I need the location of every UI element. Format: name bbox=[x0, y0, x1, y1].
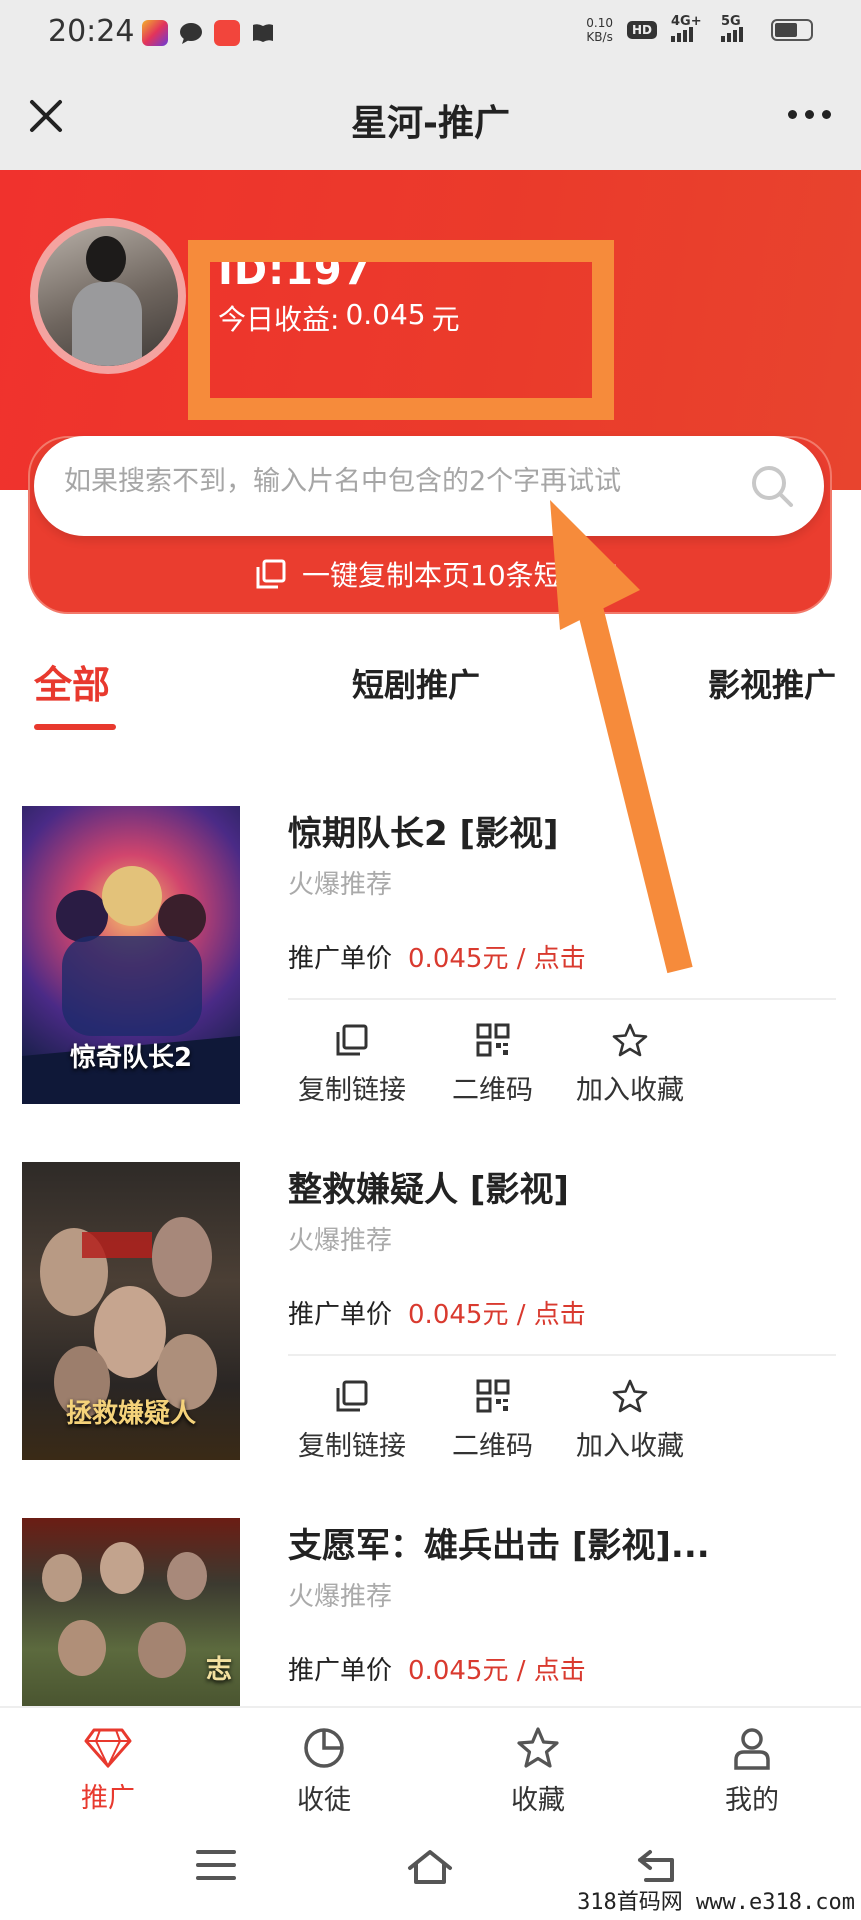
user-icon bbox=[734, 1728, 770, 1770]
bottom-tab-label: 推广 bbox=[81, 1783, 135, 1814]
qr-code-button[interactable]: 二维码 bbox=[452, 1378, 533, 1463]
bottom-tab-label: 我的 bbox=[725, 1785, 779, 1816]
add-favorite-label: 加入收藏 bbox=[576, 1075, 684, 1106]
avatar[interactable] bbox=[30, 218, 186, 374]
poster-image[interactable]: 拯救嫌疑人 bbox=[22, 1162, 240, 1460]
network-speed: 0.10 KB/s bbox=[586, 16, 613, 44]
copy-link-button[interactable]: 复制链接 bbox=[298, 1022, 406, 1107]
item-price: 推广单价 0.045元 / 点击 bbox=[288, 938, 586, 975]
pie-chart-icon bbox=[304, 1728, 344, 1768]
battery-icon bbox=[771, 19, 813, 41]
price-label: 推广单价 bbox=[288, 1656, 393, 1686]
page-title: 星河-推广 bbox=[351, 103, 510, 144]
watermark-text: 318首码网 www.e318.com bbox=[577, 1890, 855, 1915]
signal-5g-icon: 5G bbox=[721, 14, 757, 42]
tab-short-drama[interactable]: 短剧推广 bbox=[352, 660, 480, 706]
copy-link-label: 复制链接 bbox=[298, 1431, 406, 1462]
poster-image[interactable]: 志 bbox=[22, 1518, 240, 1706]
item-title[interactable]: 惊期队长2 [影视] bbox=[288, 806, 559, 855]
signal-4g-label: 4G+ bbox=[671, 14, 702, 29]
copy-link-label: 复制链接 bbox=[298, 1075, 406, 1106]
signal-4g-icon: 4G+ bbox=[671, 14, 707, 42]
signal-5g-label: 5G bbox=[721, 14, 741, 29]
poster-caption: 拯救嫌疑人 bbox=[65, 1399, 196, 1429]
qr-code-icon bbox=[476, 1023, 509, 1057]
chat-bubble-icon bbox=[178, 20, 204, 50]
system-nav-bar: 318首码网 www.e318.com bbox=[0, 1820, 861, 1920]
price-value: 0.045元 / 点击 bbox=[408, 944, 586, 974]
add-favorite-button[interactable]: 加入收藏 bbox=[576, 1378, 684, 1463]
star-icon bbox=[612, 1023, 648, 1057]
list-item[interactable]: 拯救嫌疑人 整救嫌疑人 [影视] 火爆推荐 推广单价 0.045元 / 点击 复… bbox=[0, 1146, 861, 1502]
search-input[interactable] bbox=[64, 466, 744, 497]
poster-image[interactable]: 惊奇队长2 bbox=[22, 806, 240, 1104]
qr-code-label: 二维码 bbox=[452, 1431, 533, 1462]
item-price: 推广单价 0.045元 / 点击 bbox=[288, 1294, 586, 1331]
bottom-tab-bar: 推广 收徒 收藏 我的 bbox=[0, 1706, 861, 1820]
diamond-icon bbox=[84, 1728, 132, 1768]
status-time: 20:24 bbox=[48, 14, 135, 49]
network-speed-value: 0.10 bbox=[586, 16, 613, 30]
price-value: 0.045元 / 点击 bbox=[408, 1656, 586, 1686]
item-tag: 火爆推荐 bbox=[288, 870, 393, 900]
bottom-tab-recruit[interactable]: 收徒 bbox=[254, 1726, 394, 1817]
status-notification-icons bbox=[142, 20, 276, 50]
price-label: 推广单价 bbox=[288, 944, 393, 974]
copy-link-button[interactable]: 复制链接 bbox=[298, 1378, 406, 1463]
tab-active-indicator bbox=[34, 724, 116, 730]
poster-caption: 志 bbox=[205, 1655, 232, 1685]
qr-code-button[interactable]: 二维码 bbox=[452, 1022, 533, 1107]
video-app-icon bbox=[142, 20, 168, 46]
bottom-tab-label: 收徒 bbox=[297, 1785, 351, 1816]
poster-caption: 惊奇队长2 bbox=[69, 1043, 193, 1073]
highlight-annotation-box bbox=[188, 240, 614, 420]
hd-badge: HD bbox=[626, 21, 657, 39]
status-right-group: 0.10 KB/s HD 4G+ 5G bbox=[586, 14, 813, 44]
copy-icon bbox=[254, 557, 288, 591]
book-icon bbox=[250, 20, 276, 50]
copy-icon bbox=[336, 1380, 368, 1412]
home-icon[interactable] bbox=[406, 1848, 454, 1888]
item-tag: 火爆推荐 bbox=[288, 1582, 393, 1612]
bottom-tab-label: 收藏 bbox=[511, 1785, 565, 1816]
item-divider bbox=[288, 1354, 836, 1356]
star-icon bbox=[517, 1727, 559, 1768]
item-actions: 复制链接 二维码 加入收藏 bbox=[288, 1378, 728, 1468]
category-tabs: 全部 短剧推广 影视推广 bbox=[0, 648, 861, 738]
menu-icon[interactable] bbox=[196, 1848, 236, 1886]
price-value: 0.045元 / 点击 bbox=[408, 1300, 586, 1330]
bottom-tab-favorites[interactable]: 收藏 bbox=[468, 1726, 608, 1817]
nav-bar: 星河-推广 bbox=[0, 66, 861, 170]
copy-icon bbox=[336, 1024, 368, 1056]
shopping-app-icon bbox=[214, 20, 240, 46]
qr-code-icon bbox=[476, 1379, 509, 1413]
list-item[interactable]: 惊奇队长2 惊期队长2 [影视] 火爆推荐 推广单价 0.045元 / 点击 复… bbox=[0, 790, 861, 1146]
price-label: 推广单价 bbox=[288, 1300, 393, 1330]
item-title[interactable]: 整救嫌疑人 [影视] bbox=[288, 1162, 569, 1211]
status-bar: 20:24 0.10 KB/s HD 4G+ 5G bbox=[0, 0, 861, 66]
star-icon bbox=[612, 1379, 648, 1413]
bottom-tab-promote[interactable]: 推广 bbox=[38, 1726, 178, 1815]
tab-film-tv[interactable]: 影视推广 bbox=[708, 660, 836, 706]
item-title[interactable]: 支愿军：雄兵出击 [影视]... bbox=[288, 1518, 710, 1567]
item-actions: 复制链接 二维码 加入收藏 bbox=[288, 1022, 728, 1112]
network-speed-unit: KB/s bbox=[586, 30, 613, 44]
qr-code-label: 二维码 bbox=[452, 1075, 533, 1106]
tab-all[interactable]: 全部 bbox=[34, 654, 110, 709]
copy-all-links-button[interactable]: 一键复制本页10条短链接 bbox=[254, 554, 618, 594]
back-icon[interactable] bbox=[636, 1848, 678, 1888]
add-favorite-label: 加入收藏 bbox=[576, 1431, 684, 1462]
search-box bbox=[34, 436, 824, 536]
copy-all-label: 一键复制本页10条短链接 bbox=[302, 559, 618, 592]
bottom-tab-mine[interactable]: 我的 bbox=[682, 1726, 822, 1817]
search-icon[interactable] bbox=[748, 462, 796, 510]
item-divider bbox=[288, 998, 836, 1000]
item-price: 推广单价 0.045元 / 点击 bbox=[288, 1650, 586, 1687]
item-tag: 火爆推荐 bbox=[288, 1226, 393, 1256]
add-favorite-button[interactable]: 加入收藏 bbox=[576, 1022, 684, 1107]
more-icon[interactable] bbox=[788, 110, 831, 119]
